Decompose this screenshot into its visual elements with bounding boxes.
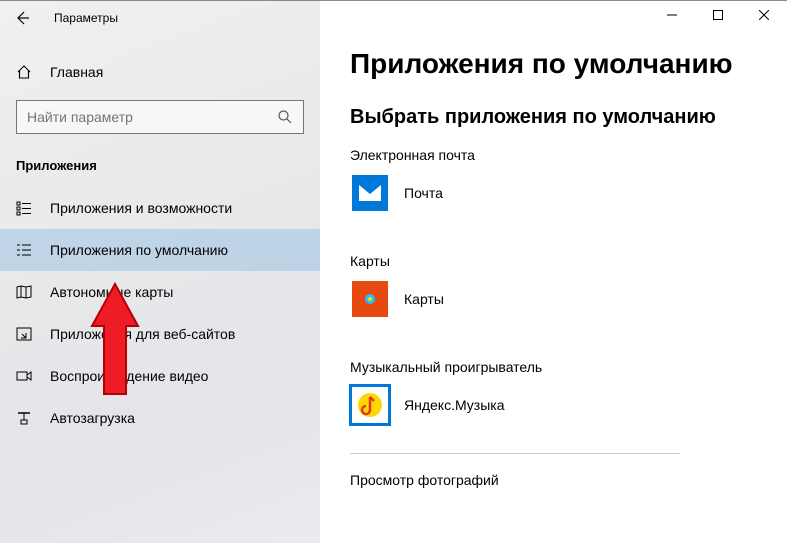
sidebar-item-apps-features[interactable]: Приложения и возможности xyxy=(0,187,320,229)
app-label: Почта xyxy=(404,185,443,201)
websites-icon xyxy=(16,326,32,342)
default-app-email[interactable]: Почта xyxy=(350,173,757,213)
map-icon xyxy=(16,284,32,300)
category-email-label: Электронная почта xyxy=(350,147,757,163)
titlebar: Параметры xyxy=(0,0,787,36)
sidebar-item-label: Приложения для веб-сайтов xyxy=(50,326,235,342)
page-subtitle: Выбрать приложения по умолчанию xyxy=(350,106,757,129)
video-icon xyxy=(16,368,32,384)
maps-icon xyxy=(352,281,388,317)
back-button[interactable] xyxy=(14,10,30,26)
sidebar-item-label: Воспроизведение видео xyxy=(50,368,208,384)
startup-icon xyxy=(16,410,32,426)
home-nav[interactable]: Главная xyxy=(0,56,320,88)
divider xyxy=(350,453,680,454)
sidebar-item-label: Автозагрузка xyxy=(50,410,135,426)
sidebar-item-label: Приложения и возможности xyxy=(50,200,232,216)
sidebar-section: Приложения xyxy=(0,152,320,187)
sidebar-item-startup[interactable]: Автозагрузка xyxy=(0,397,320,439)
category-photo-label: Просмотр фотографий xyxy=(350,472,757,488)
close-button[interactable] xyxy=(741,0,787,30)
sidebar-item-label: Автономные карты xyxy=(50,284,173,300)
page-title: Приложения по умолчанию xyxy=(350,48,757,80)
minimize-button[interactable] xyxy=(649,0,695,30)
defaults-icon xyxy=(16,242,32,258)
sidebar-item-default-apps[interactable]: Приложения по умолчанию xyxy=(0,229,320,271)
sidebar-item-apps-for-websites[interactable]: Приложения для веб-сайтов xyxy=(0,313,320,355)
sidebar-item-video-playback[interactable]: Воспроизведение видео xyxy=(0,355,320,397)
list-icon xyxy=(16,200,32,216)
sidebar-item-offline-maps[interactable]: Автономные карты xyxy=(0,271,320,313)
sidebar: Главная Приложения Приложения и возможно… xyxy=(0,0,320,543)
default-app-maps[interactable]: Карты xyxy=(350,279,757,319)
search-icon xyxy=(277,109,293,125)
home-icon xyxy=(16,64,32,80)
sidebar-item-label: Приложения по умолчанию xyxy=(50,242,228,258)
content-area: Приложения по умолчанию Выбрать приложен… xyxy=(320,0,787,543)
mail-icon xyxy=(352,175,388,211)
category-maps-label: Карты xyxy=(350,253,757,269)
maximize-button[interactable] xyxy=(695,0,741,30)
window-title: Параметры xyxy=(54,11,118,25)
app-label: Карты xyxy=(404,291,444,307)
home-label: Главная xyxy=(50,64,103,80)
default-app-music[interactable]: Яндекс.Музыка xyxy=(350,385,757,425)
app-label: Яндекс.Музыка xyxy=(404,397,505,413)
search-box[interactable] xyxy=(16,100,304,134)
category-music-label: Музыкальный проигрыватель xyxy=(350,359,757,375)
music-icon xyxy=(352,387,388,423)
search-input[interactable] xyxy=(27,109,267,125)
